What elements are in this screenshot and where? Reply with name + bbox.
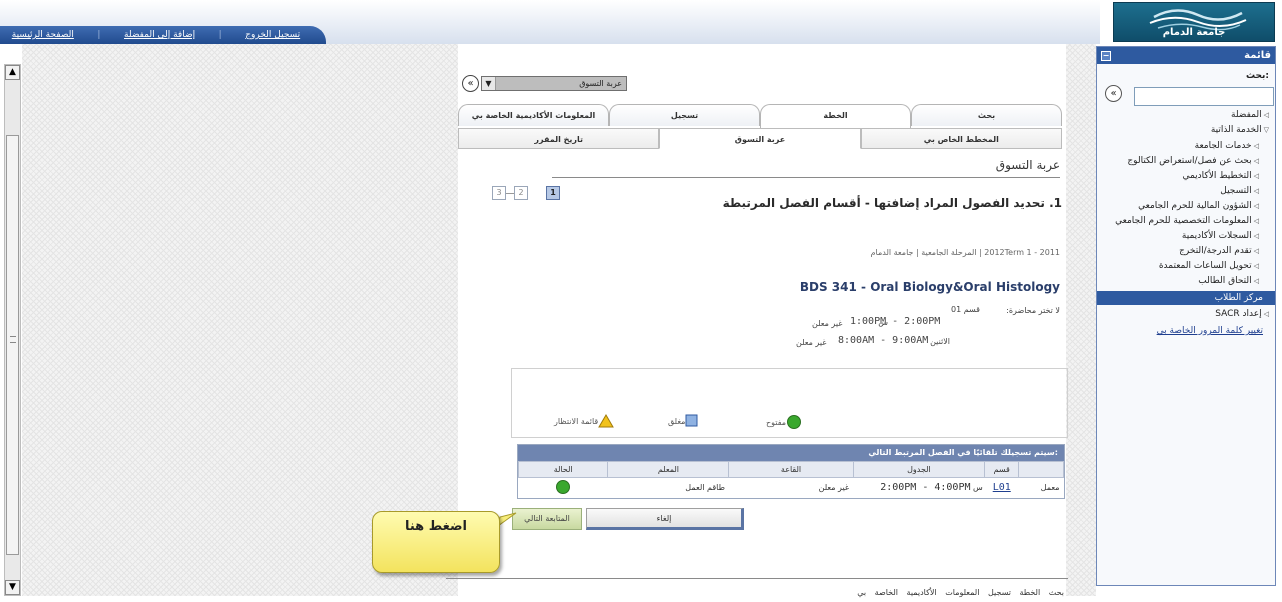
bottom-link-search[interactable]: بحث: [1049, 588, 1064, 597]
schedule-1-status: غير معلن: [812, 319, 843, 328]
menu-item-campus-personal-info[interactable]: المعلومات التخصصية للحرم الجامعي: [1115, 216, 1259, 226]
step-3: 3: [492, 186, 506, 200]
tab-plan[interactable]: الخطة: [760, 104, 911, 128]
menu-item-favorites[interactable]: المفضلة: [1231, 110, 1269, 120]
col-section: قسم: [984, 461, 1020, 478]
menu-item-transfer-credit[interactable]: تحويل الساعات المعتمدة: [1159, 261, 1259, 271]
logout-link[interactable]: تسجيل الخروج: [245, 30, 300, 40]
schedule-2-day: الاثنين: [930, 337, 950, 346]
bottom-link-my-academics[interactable]: المعلومات الأكاديمية الخاصة بي: [857, 588, 979, 597]
menu-header: − قائمة: [1097, 47, 1275, 64]
tab-enroll[interactable]: تسجيل: [609, 104, 760, 126]
bottom-link-enroll[interactable]: تسجيل: [988, 588, 1011, 597]
bottom-link-plan[interactable]: الخطة: [1020, 588, 1041, 597]
header-nav: الصفحة الرئيسية | إضافة إلى المفضلة | تس…: [0, 26, 326, 44]
sub-tabs: المخطط الخاص بي عربة التسوق تاريخ المقرر: [458, 128, 1062, 149]
row-instructor: طاقم العمل: [685, 483, 725, 493]
click-here-callout: اضغط هنا: [372, 511, 500, 573]
main-tabs: بحث الخطة تسجيل المعلومات الأكاديمية الخ…: [458, 104, 1062, 128]
menu-item-sacr-setup[interactable]: إعداد SACR: [1215, 309, 1269, 319]
home-link[interactable]: الصفحة الرئيسية: [12, 30, 74, 40]
bottom-nav: بحث الخطة تسجيل المعلومات الأكاديمية الخ…: [857, 588, 1064, 597]
menu-item-academic-planning[interactable]: التخطيط الأكاديمي: [1182, 171, 1259, 181]
jump-go-icon[interactable]: «: [462, 75, 479, 92]
page-title: عربة التسوق: [995, 158, 1060, 172]
term-info: 2011 - 2012Term 1 | المرحلة الجامعية | ج…: [870, 248, 1060, 257]
collapse-icon[interactable]: −: [1101, 50, 1111, 61]
schedule-2-status: غير معلن: [796, 338, 827, 347]
top-banner: الصفحة الرئيسية | إضافة إلى المفضلة | تس…: [0, 0, 1100, 44]
row-time: 2:00PM - 4:00PM: [880, 482, 971, 494]
menu-item-enrollment[interactable]: التسجيل: [1220, 186, 1259, 196]
step-2: 2: [514, 186, 528, 200]
menu-search-label: بحث:: [1245, 71, 1269, 81]
col-instructor: المعلم: [607, 461, 730, 478]
subtab-course-history[interactable]: تاريخ المقرر: [458, 128, 660, 149]
col-schedule: الجدول: [852, 461, 986, 478]
change-password-link[interactable]: تغيير كلمة المرور الخاصة بي: [1157, 326, 1263, 336]
menu-item-academic-records[interactable]: السجلات الأكاديمية: [1182, 231, 1259, 241]
page-jump-select[interactable]: ▼ عربة التسوق: [481, 76, 627, 91]
lecture-label: لا تختر محاضرة:: [1006, 306, 1060, 315]
step-1: 1: [546, 186, 560, 200]
tab-search[interactable]: بحث: [911, 104, 1062, 126]
scroll-up-icon[interactable]: ▲: [5, 65, 20, 80]
tab-my-academics[interactable]: المعلومات الأكاديمية الخاصة بي: [458, 104, 609, 126]
table-row: طاقم العمل غير معلن 2:00PM - 4:00PM س L0…: [519, 478, 1064, 498]
menu-search-input[interactable]: [1134, 87, 1274, 106]
legend-closed: مغلق: [668, 414, 699, 428]
open-status-icon: [787, 415, 802, 429]
subtab-shopping-cart[interactable]: عربة التسوق: [659, 128, 861, 149]
side-menu: − قائمة بحث: « المفضلة الخدمة الذاتية خد…: [1096, 46, 1276, 586]
menu-item-self-service[interactable]: الخدمة الذاتية: [1211, 125, 1269, 135]
page-jump: « ▼ عربة التسوق: [462, 75, 627, 92]
logo-text: جامعة الدمام: [1162, 27, 1226, 38]
menu-item-student-admissions[interactable]: التحاق الطالب: [1198, 276, 1259, 286]
content-right-background: [1066, 44, 1096, 596]
add-favorites-link[interactable]: إضافة إلى المفضلة: [124, 30, 195, 40]
schedule-2-time: 8:00AM - 9:00AM: [838, 335, 929, 346]
scroll-thumb[interactable]: [6, 135, 19, 555]
col-type: [1018, 461, 1064, 478]
linked-section-table: سيتم تسجيلك تلقائيًا في الفصل المرتبط ال…: [517, 444, 1065, 499]
step-title: 1. تحديد الفصول المراد إضافتها - أقسام ا…: [722, 196, 1062, 210]
subtab-my-planner[interactable]: المخطط الخاص بي: [860, 128, 1062, 149]
menu-item-class-search[interactable]: بحث عن فصل/استعراض الكتالوج: [1127, 156, 1259, 166]
scroll-down-icon[interactable]: ▼: [5, 580, 20, 595]
legend-open: مفتوح: [766, 414, 802, 430]
bottom-divider: [446, 578, 1068, 579]
menu-title: قائمة: [1244, 50, 1271, 61]
page-jump-value: عربة التسوق: [496, 77, 626, 90]
chevron-down-icon: ▼: [482, 77, 496, 90]
row-section-link[interactable]: L01: [993, 482, 1011, 493]
page-scrollbar[interactable]: ▲ ▼: [4, 64, 21, 596]
step-indicator: 3 2 1: [492, 186, 560, 200]
section-label: قسم 01: [950, 305, 980, 314]
legend-waitlist: قائمة الانتظار: [554, 414, 615, 428]
waitlist-status-icon: [598, 414, 615, 428]
menu-item-campus-finances[interactable]: الشؤون المالية للحرم الجامعي: [1138, 201, 1259, 211]
row-type: معمل: [1040, 483, 1060, 493]
menu-item-university-services[interactable]: خدمات الجامعة: [1195, 141, 1259, 151]
callout-pointer-icon: [498, 512, 517, 527]
open-status-icon: [556, 479, 571, 494]
cancel-button[interactable]: إلغاء: [586, 508, 744, 530]
closed-status-icon: [685, 414, 698, 427]
col-room: القاعة: [728, 461, 854, 478]
menu-item-student-center[interactable]: مركز الطلاب: [1097, 291, 1275, 305]
course-title: BDS 341 - Oral Biology&Oral Histology: [799, 280, 1060, 294]
row-day: س: [973, 483, 983, 493]
schedule-1-time: 1:00PM - 2:00PM: [850, 316, 941, 327]
university-logo: جامعة الدمام: [1113, 2, 1275, 42]
row-room: غير معلن: [818, 483, 850, 493]
linked-section-header: سيتم تسجيلك تلقائيًا في الفصل المرتبط ال…: [518, 445, 1064, 461]
menu-item-degree-progress[interactable]: تقدم الدرجة/التخرج: [1179, 246, 1259, 256]
menu-search-go-icon[interactable]: «: [1105, 85, 1122, 102]
title-divider: [552, 177, 1060, 178]
col-status: الحالة: [517, 461, 609, 478]
next-button[interactable]: المتابعة التالي: [512, 508, 582, 530]
